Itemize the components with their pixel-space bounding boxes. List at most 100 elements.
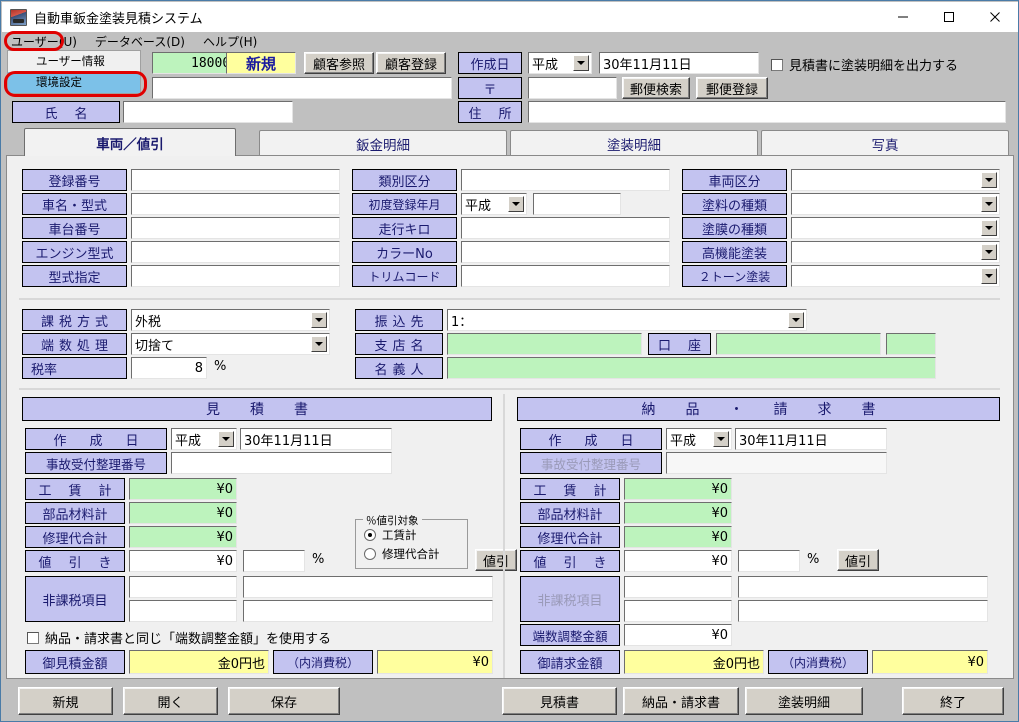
exit-button[interactable]: 終了 — [902, 687, 1004, 715]
chevron-down-icon[interactable] — [573, 55, 589, 71]
estimate-create-date-field[interactable]: 30年11月11日 — [240, 428, 392, 450]
chevron-down-icon[interactable] — [981, 196, 997, 212]
estimate-accident-no-input[interactable] — [171, 452, 392, 474]
mileage-input[interactable] — [461, 217, 670, 239]
paint-type-combo[interactable] — [791, 193, 1000, 215]
app-window: 自動車鈑金塗装見積システム ユーザー(U) データベース(D) ヘルプ(H) ユ… — [0, 0, 1019, 722]
invoice-create-date-field[interactable]: 30年11月11日 — [735, 428, 887, 450]
invoice-accident-no-label: 事故受付整理番号 — [520, 452, 662, 474]
checkbox-box[interactable] — [27, 631, 39, 644]
category-input[interactable] — [461, 169, 670, 191]
chevron-down-icon[interactable] — [981, 172, 997, 188]
invoice-nontax-text-2[interactable] — [738, 600, 988, 622]
tab-vehicle-discount[interactable]: 車両／値引 — [24, 128, 236, 156]
print-paint-detail-checkbox[interactable]: 見積書に塗装明細を出力する — [771, 55, 958, 74]
rounding-combo[interactable]: 切捨て — [131, 333, 330, 355]
car-icon — [10, 8, 27, 26]
maximize-icon[interactable] — [926, 2, 972, 32]
high-function-paint-combo[interactable] — [791, 241, 1000, 263]
estimate-tax-incl-label: （内消費税） — [273, 650, 373, 674]
estimate-era-combo[interactable]: 平成 — [171, 428, 237, 450]
invoice-discount-value[interactable]: ¥0 — [624, 550, 732, 572]
estimate-nontax-amount-1[interactable] — [129, 576, 237, 598]
estimate-discount-value[interactable]: ¥0 — [129, 550, 237, 572]
estimate-report-button[interactable]: 見積書 — [502, 687, 617, 715]
color-no-input[interactable] — [461, 241, 670, 263]
estimate-total-label: 御見積金額 — [25, 650, 125, 674]
menu-help[interactable]: ヘルプ(H) — [194, 32, 266, 51]
reg-no-input[interactable] — [131, 169, 340, 191]
invoice-discount-button[interactable]: 値引 — [837, 549, 879, 571]
account-holder-input[interactable] — [447, 357, 936, 379]
chevron-down-icon[interactable] — [713, 431, 729, 447]
chevron-down-icon[interactable] — [981, 244, 997, 260]
radio-labor-total[interactable]: 工賃計 — [364, 527, 417, 543]
open-button[interactable]: 開く — [123, 687, 218, 715]
account-no-input[interactable] — [886, 333, 936, 355]
chevron-down-icon[interactable] — [788, 312, 804, 328]
car-model-input[interactable] — [131, 193, 340, 215]
header-secondary-field[interactable] — [152, 77, 452, 99]
invoice-adjust-value[interactable]: ¥0 — [624, 624, 732, 646]
engine-model-input[interactable] — [131, 241, 340, 263]
minimize-icon[interactable] — [880, 2, 926, 32]
trim-code-input[interactable] — [461, 265, 670, 287]
menu-item-env-settings[interactable]: 環境設定 — [8, 72, 140, 93]
tax-rate-input[interactable]: 8 — [131, 357, 207, 379]
chevron-down-icon[interactable] — [508, 196, 524, 212]
branch-name-input[interactable] — [447, 333, 642, 355]
name-input[interactable] — [123, 101, 293, 123]
tax-method-combo[interactable]: 外税 — [131, 309, 330, 331]
model-designation-input[interactable] — [131, 265, 340, 287]
address-input[interactable] — [528, 101, 1006, 123]
invoice-era-combo[interactable]: 平成 — [666, 428, 732, 450]
paint-detail-button[interactable]: 塗装明細 — [745, 687, 863, 715]
film-type-combo[interactable] — [791, 217, 1000, 239]
header-era-combo[interactable]: 平成 — [528, 52, 592, 74]
menu-user[interactable]: ユーザー(U) — [2, 32, 86, 51]
estimate-nontax-amount-2[interactable] — [129, 600, 237, 622]
first-reg-input[interactable] — [533, 193, 621, 215]
new-button[interactable]: 新規 — [18, 687, 113, 715]
radio-button[interactable] — [364, 548, 376, 560]
account-button[interactable]: 口 座 — [648, 333, 711, 355]
invoice-report-button[interactable]: 納品・請求書 — [623, 687, 739, 715]
customer-register-button[interactable]: 顧客登録 — [376, 52, 446, 74]
vehicle-class-combo[interactable] — [791, 169, 1000, 191]
estimate-discount-pct[interactable] — [243, 550, 305, 572]
invoice-discount-pct[interactable] — [738, 550, 800, 572]
menu-database[interactable]: データベース(D) — [86, 32, 194, 51]
two-tone-paint-combo[interactable] — [791, 265, 1000, 287]
menu-item-user-info[interactable]: ユーザー情報 — [8, 51, 140, 72]
customer-ref-button[interactable]: 顧客参照 — [304, 52, 374, 74]
estimate-nontax-text-1[interactable] — [243, 576, 493, 598]
postal-input[interactable] — [528, 77, 617, 99]
invoice-accident-no-input[interactable] — [666, 452, 887, 474]
transfer-dest-combo[interactable]: 1： — [447, 309, 807, 331]
tab-paint-detail[interactable]: 塗装明細 — [510, 130, 758, 156]
close-icon[interactable] — [972, 2, 1018, 32]
account-name-input[interactable] — [716, 333, 881, 355]
invoice-nontax-amount-2[interactable] — [624, 600, 732, 622]
chevron-down-icon[interactable] — [218, 431, 234, 447]
chevron-down-icon[interactable] — [981, 220, 997, 236]
estimate-discount-button[interactable]: 値引 — [475, 549, 517, 571]
header-create-date-field[interactable]: 30年11月11日 — [599, 52, 759, 74]
postal-search-button[interactable]: 郵便検索 — [622, 77, 690, 99]
radio-button[interactable] — [364, 529, 376, 541]
save-button[interactable]: 保存 — [228, 687, 340, 715]
invoice-nontax-text-1[interactable] — [738, 576, 988, 598]
postal-register-button[interactable]: 郵便登録 — [696, 77, 768, 99]
invoice-nontax-amount-1[interactable] — [624, 576, 732, 598]
chevron-down-icon[interactable] — [311, 312, 327, 328]
first-reg-era-combo[interactable]: 平成 — [461, 193, 527, 215]
estimate-nontax-text-2[interactable] — [243, 600, 493, 622]
chevron-down-icon[interactable] — [311, 336, 327, 352]
tab-sheetmetal-detail[interactable]: 鈑金明細 — [259, 130, 507, 156]
radio-repair-total[interactable]: 修理代合計 — [364, 546, 440, 562]
tab-photos[interactable]: 写真 — [761, 130, 1009, 156]
checkbox-box[interactable] — [771, 58, 783, 71]
chassis-no-input[interactable] — [131, 217, 340, 239]
same-adjust-checkbox[interactable]: 納品・請求書と同じ「端数調整金額」を使用する — [27, 628, 331, 647]
chevron-down-icon[interactable] — [981, 268, 997, 284]
